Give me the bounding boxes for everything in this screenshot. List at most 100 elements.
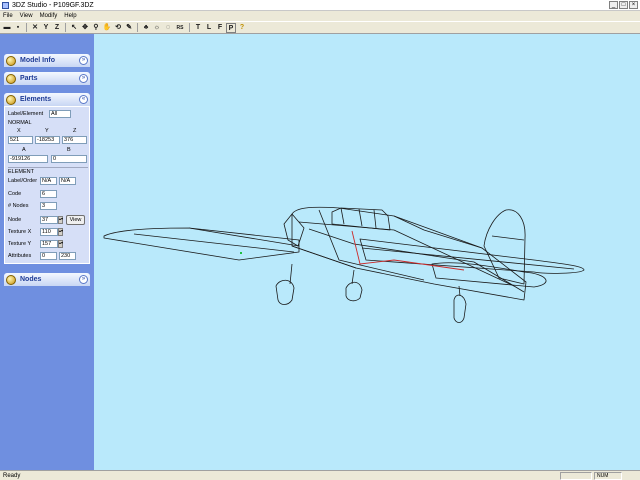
- label-order-field-2[interactable]: N/A: [59, 177, 76, 185]
- front-view-button[interactable]: F: [215, 23, 225, 33]
- panel-model-info[interactable]: Model Info »: [4, 54, 90, 67]
- toolbar-separator: [137, 23, 138, 32]
- attributes-label: Attributes: [8, 253, 32, 259]
- node-spinner[interactable]: ▴▾: [58, 216, 63, 224]
- help-icon[interactable]: ?: [237, 23, 247, 33]
- label-element-field[interactable]: All: [49, 110, 71, 118]
- chevron-down-icon[interactable]: »: [79, 275, 88, 284]
- a-field[interactable]: -919126: [8, 155, 48, 163]
- chevron-down-icon[interactable]: »: [79, 74, 88, 83]
- status-panel: [560, 472, 592, 480]
- paint-icon[interactable]: ♣: [141, 23, 151, 33]
- toolbar-separator: [189, 23, 190, 32]
- nnodes-label: # Nodes: [8, 203, 29, 209]
- spinner: [283, 213, 305, 247]
- menu-help[interactable]: Help: [64, 12, 76, 20]
- menu-view[interactable]: View: [20, 12, 33, 20]
- axis-z-icon[interactable]: Z: [52, 23, 62, 33]
- texture-y-label: Texture Y: [8, 241, 32, 247]
- code-label: Code: [8, 191, 22, 197]
- top-view-button[interactable]: T: [193, 23, 203, 33]
- chevron-up-icon[interactable]: «: [79, 95, 88, 104]
- draw-icon[interactable]: ✎: [124, 23, 134, 33]
- status-bar: Ready NUM: [0, 470, 640, 480]
- status-text: Ready: [3, 473, 21, 479]
- close-icon[interactable]: ×: [629, 1, 638, 9]
- move-icon[interactable]: ✥: [80, 23, 90, 33]
- maximize-icon[interactable]: □: [619, 1, 628, 9]
- node-label: Node: [8, 217, 22, 223]
- panel-title: Parts: [20, 75, 38, 82]
- menu-modify[interactable]: Modify: [40, 12, 58, 20]
- wireframe-model: [103, 206, 585, 323]
- perspective-view-button[interactable]: P: [226, 22, 236, 33]
- zoom-icon[interactable]: ⚲: [91, 23, 101, 33]
- left-wing: [103, 227, 300, 261]
- fuselage: [291, 206, 527, 301]
- rotate-icon[interactable]: ⟲: [113, 23, 123, 33]
- y-label: Y: [45, 128, 49, 134]
- viewport-3d[interactable]: [94, 34, 640, 470]
- pointer-icon[interactable]: ↖: [69, 23, 79, 33]
- status-num: NUM: [594, 472, 622, 480]
- z-label: Z: [73, 128, 77, 134]
- pan-hand-icon[interactable]: ✋: [102, 23, 112, 33]
- chevron-down-icon[interactable]: »: [79, 56, 88, 65]
- vertical-tail: [483, 209, 526, 285]
- axis-x-icon[interactable]: ✕: [30, 23, 40, 33]
- toolbar-separator: [26, 23, 27, 32]
- panel-parts[interactable]: Parts »: [4, 72, 90, 85]
- toolbar-separator: [65, 23, 66, 32]
- code-field[interactable]: 6: [40, 190, 57, 198]
- attributes-field-2[interactable]: 230: [59, 252, 76, 260]
- left-gear-leg: [289, 263, 293, 285]
- app-icon: [2, 2, 9, 9]
- render-icon[interactable]: ◌: [163, 23, 173, 33]
- light-icon[interactable]: ☼: [152, 23, 162, 33]
- window-controls: _ □ ×: [609, 1, 638, 9]
- nnodes-field[interactable]: 3: [40, 202, 57, 210]
- panel-logo-icon: [6, 274, 16, 285]
- tail-wheel: [453, 294, 467, 323]
- z-field[interactable]: 376: [62, 136, 87, 144]
- label-element-label: Label/Element: [8, 111, 44, 117]
- label-order-label: Label/Order: [8, 178, 38, 184]
- panel-title: Nodes: [20, 276, 42, 283]
- y-field[interactable]: -18253: [35, 136, 60, 144]
- horizontal-stabilizer: [431, 262, 547, 288]
- right-wheel: [345, 281, 363, 302]
- divider: [8, 167, 88, 168]
- rs-button[interactable]: RS: [174, 23, 186, 33]
- left-wheel: [275, 279, 295, 305]
- node-field[interactable]: 37: [40, 216, 58, 224]
- view-button[interactable]: View: [66, 215, 85, 225]
- panel-title: Elements: [20, 96, 52, 103]
- panel-title: Model Info: [20, 57, 55, 64]
- b-field[interactable]: 0: [51, 155, 87, 163]
- minimize-icon[interactable]: _: [609, 1, 618, 9]
- open-folder-icon[interactable]: ▬: [2, 23, 12, 33]
- left-view-button[interactable]: L: [204, 23, 214, 33]
- texture-x-field[interactable]: 110: [40, 228, 58, 236]
- panel-elements[interactable]: Elements «: [4, 93, 90, 106]
- task-sidebar: Model Info » Parts » Elements « Label/El…: [0, 34, 94, 470]
- panel-logo-icon: [6, 55, 16, 66]
- b-label: B: [67, 147, 71, 153]
- attributes-field-1[interactable]: 0: [40, 252, 57, 260]
- menu-file[interactable]: File: [3, 12, 13, 20]
- label-order-field-1[interactable]: N/A: [40, 177, 57, 185]
- save-icon[interactable]: ▪: [13, 23, 23, 33]
- node-marker: [240, 252, 242, 254]
- x-field[interactable]: 521: [8, 136, 33, 144]
- texture-y-spinner[interactable]: ▴▾: [58, 240, 63, 248]
- texture-y-field[interactable]: 157: [40, 240, 58, 248]
- window-title: 3DZ Studio - P109GF.3DZ: [12, 2, 94, 9]
- title-bar: 3DZ Studio - P109GF.3DZ _ □ ×: [0, 0, 640, 11]
- axis-y-icon[interactable]: Y: [41, 23, 51, 33]
- mode-label: NORMAL: [8, 120, 32, 126]
- menu-bar: File View Modify Help: [0, 11, 640, 21]
- toolbar: ▬ ▪ ✕ Y Z ↖ ✥ ⚲ ✋ ⟲ ✎ ♣ ☼ ◌ RS T L F P ?: [0, 21, 640, 34]
- texture-x-spinner[interactable]: ▴▾: [58, 228, 63, 236]
- panel-nodes[interactable]: Nodes »: [4, 273, 90, 286]
- texture-x-label: Texture X: [8, 229, 32, 235]
